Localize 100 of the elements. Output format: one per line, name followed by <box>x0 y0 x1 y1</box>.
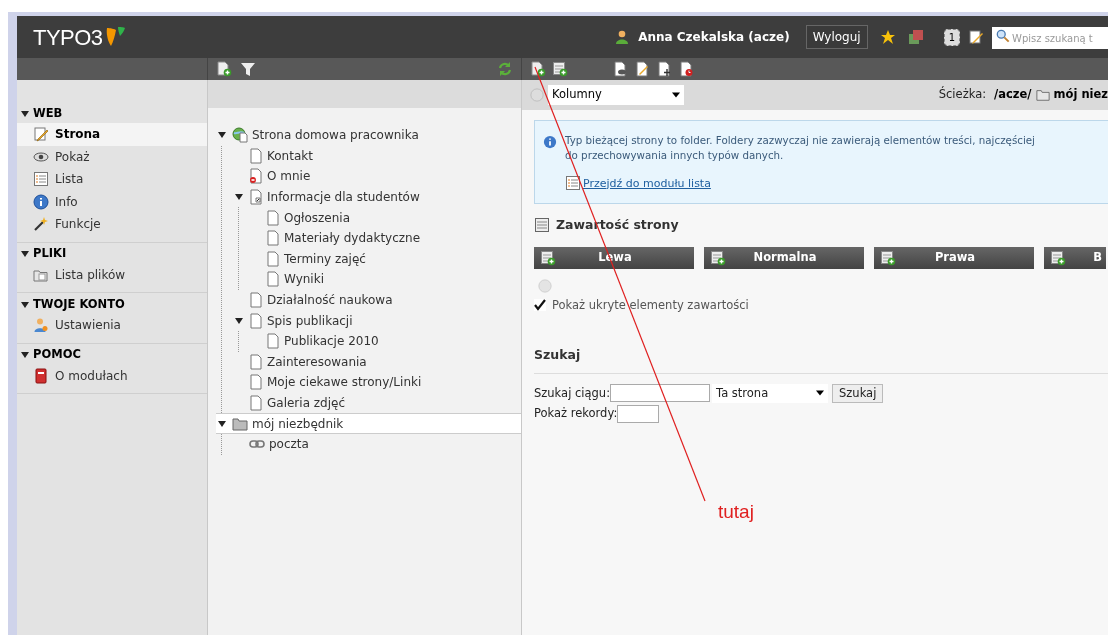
module-item[interactable]: O modułach <box>17 364 207 387</box>
folder-icon <box>1035 88 1050 102</box>
new-record-icon[interactable] <box>552 61 568 77</box>
module-group-header[interactable]: TWOJE KONTO <box>17 295 207 314</box>
page-icon <box>266 333 280 350</box>
tree-item[interactable]: Ogłoszenia <box>250 207 505 228</box>
module-group-header[interactable]: WEB <box>17 104 207 123</box>
tree-item[interactable]: Moje ciekawe strony/Linki <box>233 372 505 393</box>
user-name[interactable]: Anna Czekalska (acze) <box>638 28 790 46</box>
list-icon <box>33 171 49 188</box>
annotation-text: tutaj <box>718 500 754 524</box>
count-badge[interactable]: 1 <box>943 28 960 46</box>
info-icon <box>543 135 557 149</box>
info-icon <box>33 193 49 210</box>
module-group-header[interactable]: PLIKI <box>17 244 207 264</box>
module-item[interactable]: Ustawienia <box>17 314 207 337</box>
info-text: Typ bieżącej strony to folder. Foldery zazwyczaj nie zawierają elementów treści, najczęściej <box>565 133 1035 148</box>
new-page-icon[interactable] <box>530 61 546 77</box>
page-icon <box>249 374 263 391</box>
view-select[interactable]: Kolumny <box>548 85 684 105</box>
expand-caret-icon[interactable] <box>21 300 29 309</box>
dropdown-arrow-icon <box>816 390 824 397</box>
tree-item[interactable]: Publikacje 2010 <box>250 330 505 352</box>
column-header: Prawa <box>874 246 1034 269</box>
expand-caret-icon[interactable] <box>21 351 29 359</box>
page-icon <box>266 209 280 226</box>
tree-item[interactable]: Informacje dla studentów <box>233 186 505 208</box>
path-folder: mój niez <box>1053 86 1108 104</box>
tree-item[interactable]: Galeria zdjęć <box>233 392 505 414</box>
expand-caret-icon[interactable] <box>218 131 226 140</box>
move-page-icon <box>656 61 672 77</box>
tree-item[interactable]: Zainteresowania <box>233 351 505 373</box>
records-label: Pokaż rekordy: <box>534 405 618 423</box>
tree-item[interactable]: Wyniki <box>250 269 505 290</box>
globe-page-icon <box>232 127 248 144</box>
tree-item[interactable]: mój niezbędnik <box>216 413 521 434</box>
star-icon[interactable] <box>879 29 896 45</box>
filter-icon[interactable] <box>240 61 256 77</box>
checkbox-label: Pokaż ukryte elementy zawartości <box>552 296 749 314</box>
module-item[interactable]: Lista plików <box>17 263 207 286</box>
column-header: Lewa <box>534 246 694 269</box>
hidden-page-icon <box>249 168 263 185</box>
tree-item[interactable]: Działalność naukowa <box>233 289 505 311</box>
expand-caret-icon[interactable] <box>218 419 226 428</box>
new-content-icon[interactable] <box>710 249 726 266</box>
shortcut-page-icon <box>249 189 263 206</box>
tree-item[interactable]: Terminy zajęć <box>250 248 505 270</box>
module-item[interactable]: Lista <box>17 168 207 191</box>
page-icon <box>249 312 263 329</box>
tree-item[interactable]: Strona domowa pracownika <box>216 125 505 146</box>
new-page-icon[interactable] <box>216 61 232 77</box>
logout-button[interactable]: Wyloguj <box>805 25 868 49</box>
page-history-icon <box>678 61 694 77</box>
new-content-icon[interactable] <box>1050 249 1066 266</box>
user-icon <box>614 29 631 45</box>
expand-caret-icon[interactable] <box>235 193 243 202</box>
path-prefix: /acze/ <box>994 86 1032 104</box>
tree-item[interactable]: Kontakt <box>233 145 505 167</box>
checkbox[interactable] <box>534 299 546 312</box>
module-item[interactable]: Funkcje <box>17 213 207 236</box>
edit-page-icon <box>634 61 650 77</box>
user-settings-icon <box>33 317 49 334</box>
column-header: Normalna <box>704 246 864 269</box>
pencil-page-icon <box>33 126 49 143</box>
refresh-icon[interactable] <box>497 61 513 77</box>
new-content-icon[interactable] <box>880 249 896 266</box>
page-icon <box>249 292 263 309</box>
search-field[interactable]: Wpisz szukaną t <box>992 27 1108 50</box>
module-item[interactable]: Pokaż <box>17 145 207 168</box>
search-button[interactable]: Szukaj <box>832 383 884 403</box>
edit-page-icon[interactable] <box>968 29 984 45</box>
list-icon <box>565 175 581 191</box>
tree-item[interactable]: Spis publikacji <box>233 310 505 331</box>
search-string-field[interactable] <box>610 384 710 403</box>
path-label: Ścieżka: <box>938 86 987 104</box>
folder-icon <box>232 415 248 432</box>
new-content-icon[interactable] <box>540 249 556 266</box>
records-field[interactable] <box>617 404 660 423</box>
module-item[interactable]: Info <box>17 190 207 213</box>
expand-caret-icon[interactable] <box>21 109 29 118</box>
expand-caret-icon[interactable] <box>235 316 243 325</box>
search-title: Szukaj <box>534 346 1108 374</box>
page-icon <box>266 271 280 288</box>
column-header: B <box>1044 246 1106 269</box>
tree-item[interactable]: poczta <box>233 433 505 455</box>
content-table-icon <box>534 217 550 234</box>
logo-text: TYPO3 <box>33 23 103 52</box>
page-icon <box>249 353 263 370</box>
tree-item[interactable]: Materiały dydaktyczne <box>250 227 505 249</box>
expand-caret-icon[interactable] <box>21 250 29 258</box>
module-group-header[interactable]: POMOC <box>17 345 207 365</box>
module-item[interactable]: Strona <box>17 123 207 146</box>
search-string-label: Szukaj ciągu: <box>534 384 610 402</box>
tree-item[interactable]: O mnie <box>233 166 505 187</box>
page-icon <box>249 395 263 411</box>
scope-select[interactable]: Ta strona <box>712 383 828 403</box>
page-icon <box>249 147 263 164</box>
stacked-windows-icon[interactable] <box>907 29 924 45</box>
dropdown-arrow-icon <box>672 92 680 98</box>
list-module-link[interactable]: Przejdź do modułu lista <box>583 175 711 191</box>
